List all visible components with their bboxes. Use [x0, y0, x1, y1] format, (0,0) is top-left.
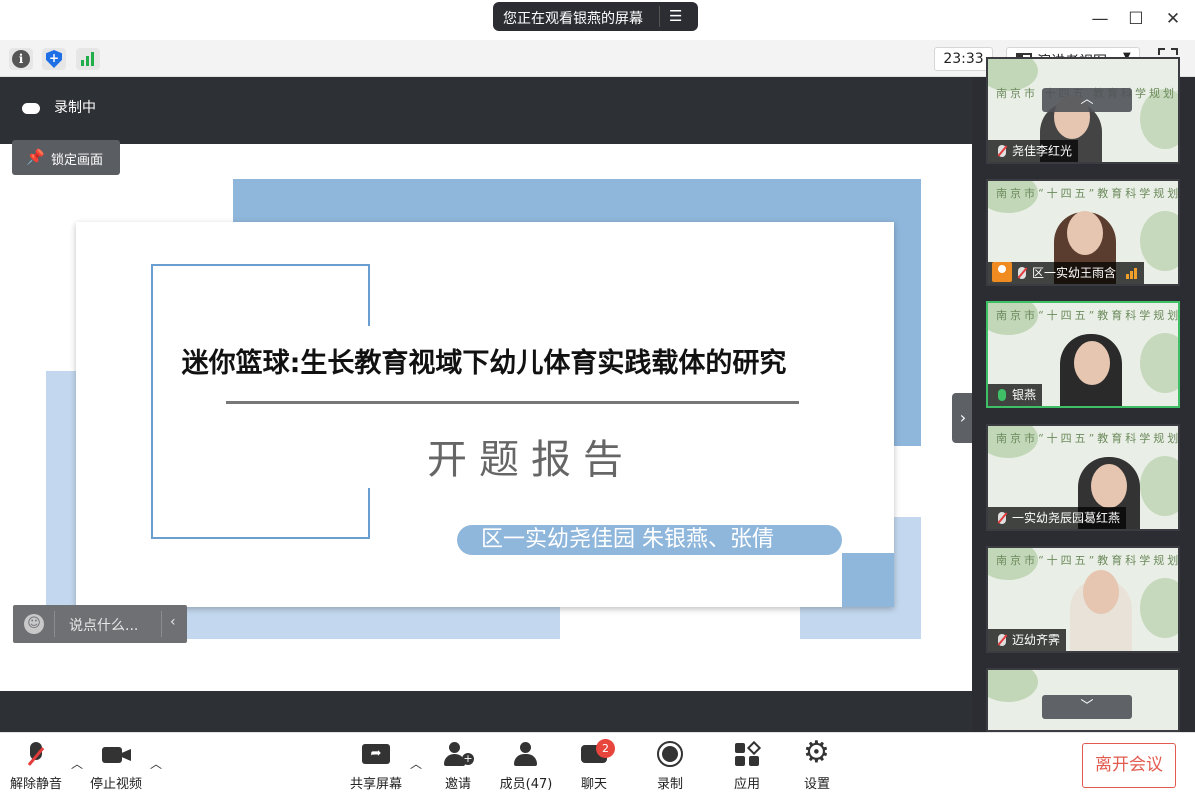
share-notice-text: 您正在观看银燕的屏幕 — [503, 11, 643, 27]
chevron-down-icon: ﹀ — [1080, 699, 1094, 714]
recording-label: 录制中 — [54, 100, 96, 116]
screen-share-notice[interactable]: 您正在观看银燕的屏幕 ☰ — [493, 2, 698, 31]
members-icon — [511, 741, 541, 769]
chevron-up-icon[interactable]: ︿ — [150, 755, 162, 772]
signal-icon — [1126, 264, 1138, 284]
meeting-timer: 23:33 — [934, 47, 993, 71]
mic-active-icon — [998, 389, 1006, 401]
cloud-icon — [22, 102, 40, 114]
lock-view-label: 锁定画面 — [51, 153, 104, 168]
title-bar: 您正在观看银燕的屏幕 ☰ — ☐ ✕ — [0, 0, 1195, 40]
participant-video-tile[interactable]: 南京市“十四五”教育科学规划课题 区一实幼王雨含 — [986, 179, 1180, 286]
leave-meeting-button[interactable]: 离开会议 — [1082, 743, 1176, 788]
participant-name: 银燕 — [988, 384, 1043, 406]
gear-icon: ⚙ — [803, 735, 830, 770]
record-button[interactable]: 录制 — [650, 741, 690, 792]
divider — [659, 6, 660, 27]
avatar-icon — [992, 262, 1012, 282]
apps-button[interactable]: 应用 — [727, 740, 767, 792]
slide-title: 迷你篮球:生长教育视域下幼儿体育实践载体的研究 — [181, 348, 787, 379]
settings-button[interactable]: ⚙ 设置 — [797, 735, 837, 793]
chat-input[interactable]: 说点什么... — [69, 615, 138, 635]
share-screen-button[interactable]: ➦ 共享屏幕 — [348, 741, 404, 792]
unread-badge: 2 — [596, 739, 615, 758]
slide-authors: 区一实幼尧佳园 朱银燕、张倩 — [457, 525, 842, 555]
panel-collapse-handle[interactable]: › — [952, 393, 974, 443]
mic-muted-icon — [998, 512, 1006, 524]
unmute-button[interactable]: 解除静音 — [8, 741, 64, 792]
meeting-controls-bar: 解除静音 ︿ 停止视频 ︿ ➦ 共享屏幕 ︿ + 邀请 成员(47) 聊天 2 … — [0, 732, 1195, 799]
list-menu-icon[interactable]: ☰ — [669, 7, 682, 25]
close-icon[interactable]: ✕ — [1161, 9, 1185, 31]
mic-muted-icon — [21, 741, 51, 769]
slide-corner-block — [842, 553, 894, 607]
mic-muted-icon — [1018, 267, 1026, 279]
scroll-up-button[interactable]: ︿ — [1042, 88, 1132, 112]
lock-view-button[interactable]: 📌 锁定画面 — [12, 140, 120, 175]
chevron-left-icon[interactable]: ‹ — [170, 614, 176, 630]
participant-video-tile-active-speaker[interactable]: 南京市“十四五”教育科学规划课题 银燕 — [986, 301, 1180, 408]
participant-name: 迈幼齐霁 — [988, 629, 1067, 651]
participant-video-tile[interactable]: 南京市“十四五”教育科学规划课题 一实幼尧辰园葛红燕 — [986, 424, 1180, 531]
pin-icon: 📌 — [26, 148, 45, 166]
add-user-icon: + — [443, 741, 474, 769]
presentation-slide: 迷你篮球:生长教育视域下幼儿体育实践载体的研究 开题报告 区一实幼尧佳园 朱银燕… — [76, 222, 894, 607]
share-screen-icon: ➦ — [361, 741, 391, 769]
record-icon — [655, 741, 685, 769]
mic-muted-icon — [998, 145, 1006, 157]
chevron-up-icon[interactable]: ︿ — [71, 755, 83, 772]
participant-name: 尧佳李红光 — [988, 140, 1079, 162]
recording-indicator: 录制中 — [22, 97, 96, 117]
chevron-up-icon: ︿ — [1080, 92, 1094, 107]
participant-name: 区一实幼王雨含 — [988, 262, 1145, 284]
invite-button[interactable]: + 邀请 — [438, 741, 478, 792]
mic-muted-icon — [998, 634, 1006, 646]
chevron-up-icon[interactable]: ︿ — [410, 755, 422, 772]
participant-video-tile[interactable]: 南京市“十四五”教育科学规划课题 迈幼齐霁 — [986, 546, 1180, 653]
participant-name: 一实幼尧辰园葛红燕 — [988, 507, 1127, 529]
emoji-icon[interactable]: ☺ — [24, 614, 44, 634]
title-underline — [226, 401, 799, 404]
scroll-down-button[interactable]: ﹀ — [1042, 695, 1132, 719]
stop-video-button[interactable]: 停止视频 — [88, 741, 144, 792]
apps-icon — [732, 740, 762, 769]
signal-icon[interactable] — [76, 48, 100, 70]
camera-icon — [101, 741, 131, 769]
maximize-icon[interactable]: ☐ — [1124, 9, 1148, 31]
info-icon[interactable]: i — [9, 48, 33, 70]
slide-subtitle: 开题报告 — [427, 437, 635, 483]
security-shield-icon[interactable]: + — [42, 48, 66, 70]
members-button[interactable]: 成员(47) — [498, 741, 554, 792]
minimize-icon[interactable]: — — [1088, 9, 1112, 31]
quick-chat-bar[interactable]: ☺ 说点什么... ‹ — [13, 605, 187, 643]
